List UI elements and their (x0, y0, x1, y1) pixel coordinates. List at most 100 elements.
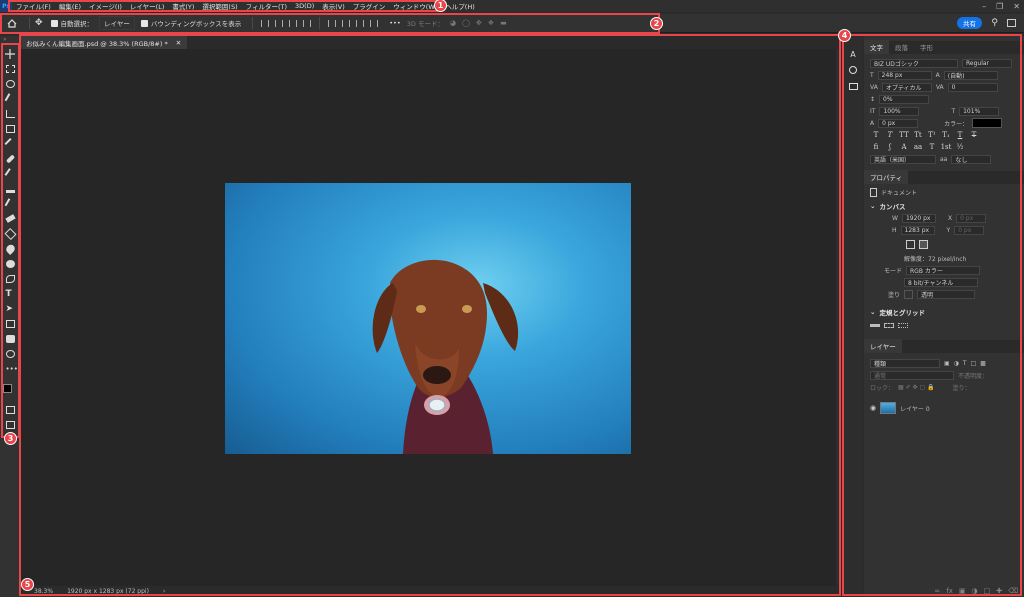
font-style-select[interactable]: Regular (962, 58, 1012, 68)
titling-icon[interactable]: aa (912, 143, 924, 151)
fx-icon[interactable]: fx (946, 587, 953, 595)
distribute-vertical-icon[interactable] (370, 19, 379, 27)
guide-icon[interactable] (870, 323, 880, 327)
dodge-tool-icon[interactable] (0, 256, 20, 271)
menu-file[interactable]: ファイル(F) (12, 1, 55, 11)
filter-adjust-icon[interactable]: ◑ (954, 360, 959, 367)
eyedropper-tool-icon[interactable] (0, 136, 20, 151)
foreground-color[interactable] (3, 384, 12, 393)
lock-icons[interactable]: ▦ ✐ ✥ ▢ 🔒 (898, 384, 935, 391)
layer-row[interactable]: ◉ レイヤー 0 (864, 399, 1024, 417)
menu-edit[interactable]: 編集(E) (55, 1, 85, 11)
guides-section-title[interactable]: ⌄ 定規とグリッド (864, 306, 1024, 318)
type-tool-icon[interactable]: T (0, 286, 20, 301)
font-size-field[interactable]: 248 px (877, 70, 932, 80)
tab-glyphs[interactable]: 字形 (914, 40, 939, 54)
tab-character[interactable]: 文字 (864, 40, 889, 54)
canvas-height-field[interactable]: 1283 px (900, 225, 935, 235)
fill-select[interactable]: 透明 (917, 289, 976, 299)
superscript-icon[interactable]: T¹ (926, 131, 938, 139)
document-tab[interactable]: お似みくん編集画面.psd @ 38.3% (RGB/8#) * ✕ (20, 36, 188, 49)
restore-icon[interactable]: ❐ (996, 2, 1003, 11)
tsume-field[interactable]: 0% (879, 94, 930, 104)
trash-icon[interactable]: ⌫ (1008, 587, 1018, 595)
canvas-y-field[interactable]: 0 px (954, 225, 985, 235)
filter-type-icon[interactable]: T (963, 360, 967, 367)
align-top-icon[interactable] (328, 19, 337, 27)
minimize-icon[interactable]: – (982, 2, 986, 11)
brush-tool-icon[interactable] (0, 166, 20, 181)
new-layer-icon[interactable]: ✚ (996, 587, 1002, 595)
more-tools-icon[interactable]: ••• (0, 361, 20, 376)
underline-icon[interactable]: T (954, 131, 966, 139)
menu-view[interactable]: 表示(V) (318, 1, 349, 11)
close-tab-icon[interactable]: ✕ (176, 39, 181, 47)
bit-depth-select[interactable]: 8 bit/チャンネル (904, 277, 978, 287)
group-icon[interactable]: □ (984, 587, 991, 595)
vertical-scrollbar[interactable] (836, 49, 840, 586)
orbit-3d-icon[interactable]: ◕ (450, 19, 456, 27)
zoom-tool-icon[interactable] (0, 346, 20, 361)
small-caps-icon[interactable]: Tt (912, 131, 924, 139)
antialias-select[interactable]: なし (951, 154, 992, 164)
search-icon[interactable]: ⚲ (991, 18, 998, 28)
canvas-section-title[interactable]: ⌄ カンバス (864, 200, 1024, 212)
pan-3d-icon[interactable]: ✥ (476, 19, 482, 27)
language-select[interactable]: 英語（米国） (870, 154, 936, 164)
horizontal-scale-field[interactable]: 101% (959, 106, 1000, 116)
swash-icon[interactable]: A (898, 143, 910, 151)
blend-mode-select[interactable]: 通常 (870, 370, 954, 380)
faux-bold-icon[interactable]: T (870, 131, 882, 139)
adjustment-layer-icon[interactable]: ◑ (971, 587, 977, 595)
mask-icon[interactable]: ▣ (959, 587, 966, 595)
portrait-icon[interactable] (906, 239, 915, 249)
share-button[interactable]: 共有 (957, 17, 982, 29)
menu-layer[interactable]: レイヤー(L) (126, 1, 169, 11)
paint-bucket-tool-icon[interactable] (0, 226, 20, 241)
align-bottom-icon[interactable] (356, 19, 365, 27)
align-center-icon[interactable] (275, 19, 284, 27)
vertical-scale-field[interactable]: 100% (879, 106, 920, 116)
faux-italic-icon[interactable]: T (884, 131, 896, 139)
quick-select-tool-icon[interactable] (0, 91, 20, 106)
fraction-icon[interactable]: ½ (954, 143, 966, 151)
quick-mask-icon[interactable] (0, 402, 20, 417)
character-panel-icon[interactable]: A (843, 46, 863, 62)
close-icon[interactable]: ✕ (1013, 2, 1020, 11)
path-select-tool-icon[interactable]: ➤ (0, 301, 20, 316)
ordinal-icon[interactable]: 1st (940, 143, 952, 151)
workspace-icon[interactable] (1007, 19, 1016, 27)
menu-filter[interactable]: フィルター(T) (242, 1, 291, 11)
kerning-field[interactable]: オプティカル (881, 82, 932, 92)
move-tool-icon[interactable]: ✥ (35, 18, 43, 28)
stylistic-icon[interactable]: T (926, 143, 938, 151)
menu-type[interactable]: 書式(Y) (168, 1, 198, 11)
status-menu-icon[interactable]: › (163, 588, 165, 595)
move-tool-icon[interactable] (0, 46, 20, 61)
font-family-select[interactable]: BIZ UDゴシック (870, 58, 958, 68)
auto-select-checkbox[interactable] (50, 19, 58, 27)
filter-pixel-icon[interactable]: ▣ (944, 360, 950, 367)
blur-tool-icon[interactable] (0, 241, 20, 256)
text-color-swatch[interactable] (972, 118, 1003, 128)
menu-image[interactable]: イメージ(I) (85, 1, 126, 11)
history-brush-tool-icon[interactable] (0, 196, 20, 211)
grid-icon[interactable] (884, 322, 894, 328)
menu-select[interactable]: 選択範囲(S) (198, 1, 241, 11)
slide-3d-icon[interactable]: ❖ (488, 19, 494, 27)
toolbar-collapse-icon[interactable]: » (0, 36, 20, 46)
subscript-icon[interactable]: T₁ (940, 131, 952, 139)
color-mode-select[interactable]: RGB カラー (906, 265, 981, 275)
align-right-icon[interactable] (289, 19, 298, 27)
rectangle-tool-icon[interactable] (0, 316, 20, 331)
lasso-tool-icon[interactable] (0, 76, 20, 91)
align-left-icon[interactable] (261, 19, 270, 27)
marquee-tool-icon[interactable] (0, 61, 20, 76)
menu-plugins[interactable]: プラグイン (349, 1, 390, 11)
tab-layers[interactable]: レイヤー (864, 339, 902, 353)
link-icon[interactable]: ∞ (934, 587, 940, 595)
zoom-level[interactable]: 38.3% (34, 588, 53, 595)
ligatures-icon[interactable]: fi (870, 143, 882, 151)
clone-stamp-tool-icon[interactable] (0, 181, 20, 196)
auto-select-target-dropdown[interactable]: レイヤー (99, 16, 135, 30)
